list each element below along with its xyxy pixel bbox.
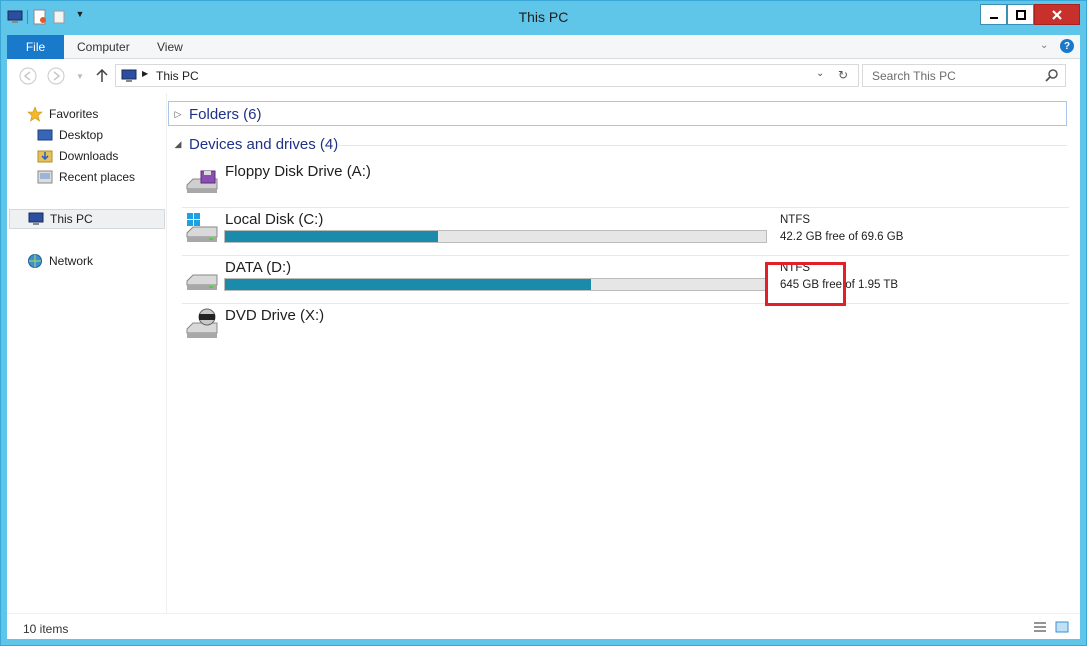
status-bar: 10 items bbox=[7, 613, 1080, 639]
breadcrumb-arrow-icon[interactable]: ▶ bbox=[142, 69, 148, 78]
sidebar-item-label: Favorites bbox=[49, 107, 99, 121]
window-title: This PC bbox=[518, 9, 569, 25]
search-input[interactable]: Search This PC bbox=[862, 64, 1066, 87]
drive-name: Floppy Disk Drive (A:) bbox=[225, 163, 371, 180]
sidebar-item-label: This PC bbox=[50, 212, 93, 226]
address-bar[interactable]: ▶ This PC ⌄ ↻ bbox=[115, 64, 859, 87]
drive-name: DATA (D:) bbox=[225, 259, 292, 276]
group-header-devices[interactable]: ◢ Devices and drives (4) bbox=[167, 132, 339, 156]
windows-drive-icon bbox=[185, 211, 219, 245]
tab-view[interactable]: View bbox=[157, 40, 183, 54]
computer-icon bbox=[121, 68, 137, 87]
search-placeholder: Search This PC bbox=[872, 69, 956, 83]
expand-arrow-icon[interactable]: ▷ bbox=[167, 109, 189, 120]
address-dropdown-icon[interactable]: ⌄ bbox=[816, 68, 824, 79]
item-count: 10 items bbox=[23, 622, 69, 636]
free-space-label: 42.2 GB free of 69.6 GB bbox=[780, 231, 904, 243]
forward-icon[interactable] bbox=[47, 67, 65, 85]
dvd-drive-icon bbox=[185, 307, 219, 341]
group-label: Devices and drives (4) bbox=[189, 135, 339, 153]
disk-usage-bar bbox=[224, 278, 767, 291]
sidebar-item-label: Desktop bbox=[59, 128, 104, 142]
group-header-folders[interactable]: ▷ Folders (6) bbox=[167, 102, 262, 126]
sidebar-item-recent-places[interactable]: Recent places bbox=[37, 167, 135, 187]
drive-name: DVD Drive (X:) bbox=[225, 307, 325, 324]
up-icon[interactable] bbox=[93, 67, 111, 85]
sidebar-item-label: Downloads bbox=[59, 149, 119, 163]
highlight-box bbox=[765, 262, 846, 306]
drive-item-local-disk-c[interactable]: Local Disk (C:) NTFS 42.2 GB free of 69.… bbox=[167, 205, 1072, 253]
recent-locations-icon[interactable]: ▼ bbox=[71, 67, 89, 85]
sidebar-item-label: Network bbox=[49, 254, 94, 268]
folders-group-frame bbox=[168, 101, 1067, 126]
tab-file[interactable]: File bbox=[7, 35, 64, 59]
drive-item-data-d[interactable]: DATA (D:) NTFS 645 GB free of 1.95 TB bbox=[167, 253, 1072, 301]
drive-item-dvd-x[interactable]: DVD Drive (X:) bbox=[167, 301, 1072, 349]
minimize-icon bbox=[989, 16, 998, 19]
close-button[interactable] bbox=[1034, 4, 1080, 25]
sidebar-item-network[interactable]: Network bbox=[27, 251, 93, 271]
sidebar-item-favorites[interactable]: Favorites bbox=[27, 104, 98, 124]
refresh-icon[interactable]: ↻ bbox=[838, 68, 848, 82]
sidebar-item-desktop[interactable]: Desktop bbox=[37, 125, 103, 145]
sidebar-item-downloads[interactable]: Downloads bbox=[37, 146, 118, 166]
address-path[interactable]: This PC bbox=[156, 69, 199, 83]
floppy-drive-icon bbox=[185, 163, 219, 197]
content-pane: ▷ Folders (6) ◢ Devices and drives (4) F… bbox=[167, 93, 1080, 613]
group-divider bbox=[337, 145, 1067, 146]
details-view-icon[interactable] bbox=[1033, 621, 1047, 633]
title-bar: ▼ This PC bbox=[1, 1, 1086, 34]
recent-places-icon bbox=[37, 169, 53, 185]
network-icon bbox=[27, 253, 43, 269]
sidebar-item-label: Recent places bbox=[59, 170, 136, 184]
ribbon: File Computer View ⌄ ? bbox=[7, 35, 1080, 59]
computer-icon bbox=[28, 211, 44, 227]
drive-name: Local Disk (C:) bbox=[225, 211, 324, 228]
drive-item-floppy[interactable]: Floppy Disk Drive (A:) bbox=[167, 157, 1072, 205]
back-icon[interactable] bbox=[19, 67, 37, 85]
large-icons-view-icon[interactable] bbox=[1055, 621, 1069, 633]
navigation-bar: ▼ ▶ This PC ⌄ ↻ Search This PC bbox=[7, 59, 1080, 93]
explorer-window: ▼ This PC File Computer View ⌄ ? ▼ ▶ Thi… bbox=[0, 0, 1087, 646]
expand-ribbon-icon[interactable]: ⌄ bbox=[1040, 40, 1048, 51]
group-label: Folders (6) bbox=[189, 105, 262, 123]
disk-usage-bar bbox=[224, 230, 767, 243]
maximize-button[interactable] bbox=[1007, 4, 1034, 25]
hard-drive-icon bbox=[185, 259, 219, 293]
close-icon bbox=[1052, 9, 1062, 20]
collapse-arrow-icon[interactable]: ◢ bbox=[167, 139, 189, 150]
help-icon[interactable]: ? bbox=[1060, 39, 1074, 53]
sidebar-item-this-pc[interactable]: This PC bbox=[9, 209, 165, 229]
desktop-icon bbox=[37, 127, 53, 143]
file-system-label: NTFS bbox=[780, 214, 811, 226]
disk-usage-fill bbox=[225, 279, 592, 290]
minimize-button[interactable] bbox=[980, 4, 1007, 25]
maximize-icon bbox=[1015, 9, 1026, 20]
star-icon bbox=[27, 106, 43, 122]
search-icon[interactable] bbox=[1045, 68, 1059, 85]
disk-usage-fill bbox=[225, 231, 439, 242]
downloads-icon bbox=[37, 148, 53, 164]
tab-computer[interactable]: Computer bbox=[77, 40, 130, 54]
navigation-pane: Favorites Desktop Downloads Recent place… bbox=[7, 93, 167, 613]
